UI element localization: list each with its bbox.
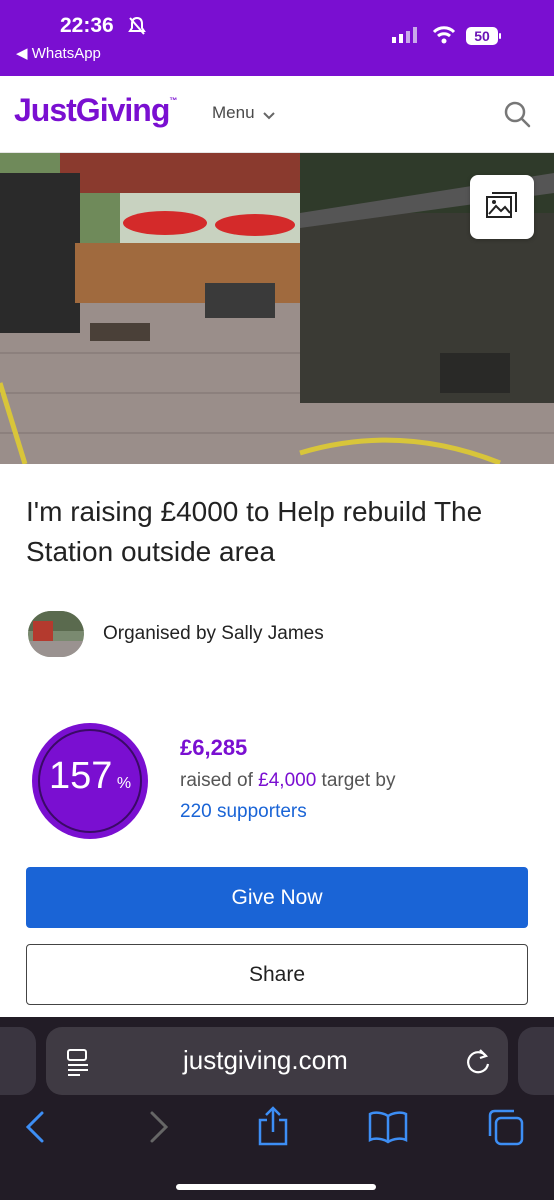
status-time: 22:36 — [60, 14, 114, 37]
justgiving-logo[interactable]: JustGiving™ — [14, 92, 177, 129]
share-icon[interactable] — [256, 1106, 290, 1151]
bookmarks-icon[interactable] — [368, 1110, 408, 1149]
status-bar: 22:36 ◀ WhatsApp 50 — [0, 0, 554, 76]
url-text[interactable]: justgiving.com — [183, 1045, 348, 1076]
reload-icon[interactable] — [464, 1046, 492, 1081]
chevron-down-icon[interactable] — [262, 108, 276, 126]
raised-prefix: raised of — [180, 770, 259, 791]
battery-level: 50 — [466, 27, 498, 45]
back-icon[interactable] — [24, 1110, 48, 1149]
menu-button[interactable]: Menu — [212, 103, 255, 123]
logo-tm: ™ — [169, 96, 177, 105]
search-icon[interactable] — [503, 100, 531, 133]
raised-summary: raised of £4,000 target by — [180, 770, 396, 792]
reader-icon[interactable] — [66, 1048, 92, 1083]
back-to-app-link[interactable]: ◀ WhatsApp — [16, 44, 101, 62]
home-indicator — [176, 1184, 376, 1190]
give-now-button[interactable]: Give Now — [26, 867, 528, 928]
organiser-avatar — [28, 611, 84, 657]
percent-value: 157 — [48, 755, 113, 797]
forward-icon[interactable] — [146, 1110, 170, 1149]
target-amount: £4,000 — [258, 770, 317, 791]
logo-text: JustGiving — [14, 92, 170, 128]
previous-tab-preview[interactable] — [0, 1027, 36, 1095]
bell-muted-icon — [127, 16, 147, 41]
image-gallery-icon — [486, 192, 517, 218]
progress-percent: 157 % — [32, 755, 148, 798]
tabs-icon[interactable] — [486, 1108, 526, 1151]
percent-symbol: % — [116, 774, 132, 792]
raised-amount: £6,285 — [180, 735, 248, 760]
gallery-button[interactable] — [470, 175, 534, 239]
signal-icon — [392, 27, 418, 48]
site-header: JustGiving™ Menu — [0, 76, 554, 153]
raised-suffix: target by — [316, 770, 396, 791]
organiser-name[interactable]: Organised by Sally James — [103, 623, 324, 645]
next-tab-preview[interactable] — [518, 1027, 554, 1095]
wifi-icon — [432, 25, 456, 50]
share-button[interactable]: Share — [26, 944, 528, 1005]
campaign-title: I'm raising £4000 to Help rebuild The St… — [26, 496, 483, 567]
battery-tip — [499, 33, 501, 39]
battery-icon: 50 — [466, 27, 502, 45]
supporters-link[interactable]: 220 supporters — [180, 801, 307, 823]
